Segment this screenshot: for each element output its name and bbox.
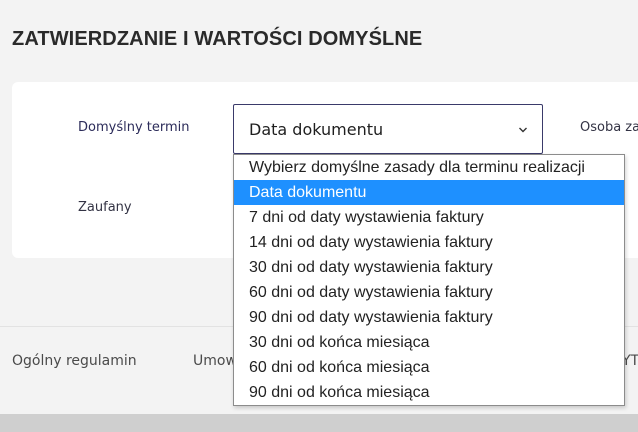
dropdown-option[interactable]: 30 dni od końca miesiąca [234,330,624,355]
approver-label: Osoba zat [580,120,638,135]
dropdown-option[interactable]: 30 dni od daty wystawienia faktury [234,255,624,280]
dropdown-option[interactable]: Data dokumentu [234,180,624,205]
dropdown-option[interactable]: Wybierz domyślne zasady dla terminu real… [234,155,624,180]
footer-link-terms[interactable]: Ogólny regulamin [12,353,137,369]
page: ZATWIERDZANIE I WARTOŚCI DOMYŚLNE Domyśl… [0,0,638,432]
chevron-down-icon [519,127,527,133]
default-term-select[interactable]: Data dokumentu [233,104,543,154]
dropdown-option[interactable]: 60 dni od daty wystawienia faktury [234,280,624,305]
dropdown-option[interactable]: 60 dni od końca miesiąca [234,355,624,380]
dropdown-option[interactable]: 90 dni od daty wystawienia faktury [234,305,624,330]
dropdown-option[interactable]: 7 dni od daty wystawienia faktury [234,205,624,230]
dropdown-option[interactable]: 14 dni od daty wystawienia faktury [234,230,624,255]
section-title: ZATWIERDZANIE I WARTOŚCI DOMYŚLNE [12,28,423,50]
default-term-dropdown-list[interactable]: Wybierz domyślne zasady dla terminu real… [233,154,625,406]
default-term-value: Data dokumentu [249,120,384,139]
bottom-bar [0,414,638,432]
default-term-label: Domyślny termin [78,120,190,135]
trusted-label: Zaufany [78,200,132,215]
footer-link-agreement[interactable]: Umow [193,353,237,369]
dropdown-option[interactable]: 90 dni od końca miesiąca [234,380,624,405]
